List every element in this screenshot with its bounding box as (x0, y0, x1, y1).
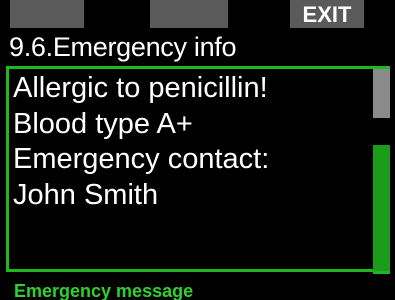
message-line: Blood type A+ (13, 107, 193, 140)
emergency-message-text: Allergic to penicillin! Blood type A+ Em… (13, 71, 269, 213)
softkey-left[interactable] (10, 0, 84, 28)
scrollbar-gap (373, 118, 390, 145)
message-line: Allergic to penicillin! (13, 72, 268, 104)
footer-label: Emergency message (14, 281, 194, 300)
scrollbar-thumb[interactable] (373, 69, 390, 118)
softkey-middle[interactable] (150, 0, 228, 28)
emergency-message-box[interactable]: Allergic to penicillin! Blood type A+ Em… (6, 66, 376, 272)
message-line: Emergency contact: (13, 143, 270, 175)
scrollbar[interactable] (373, 66, 390, 274)
dive-computer-screen: EXIT 9.6.Emergency info Allergic to peni… (0, 0, 395, 300)
page-title: 9.6.Emergency info (9, 32, 237, 62)
message-line: John Smith (13, 178, 159, 211)
exit-button[interactable]: EXIT (290, 0, 364, 28)
